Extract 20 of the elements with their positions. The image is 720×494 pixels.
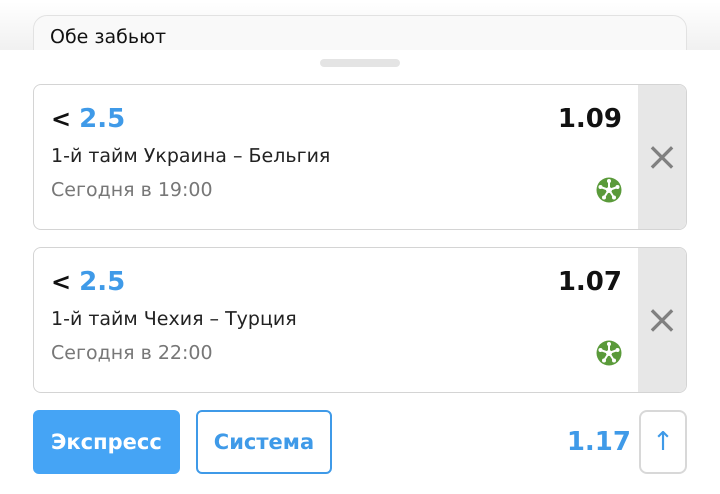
bet-line: 2.5 <box>79 104 126 134</box>
bet-sign: < <box>51 105 72 133</box>
bet-title: Обе забьют <box>50 26 168 48</box>
soccer-ball-icon <box>596 340 622 366</box>
total-odds: 1.17 <box>566 427 631 457</box>
bet-sign: < <box>51 268 72 296</box>
bet-line: 2.5 <box>79 267 126 297</box>
bet-odds: 1.07 <box>558 267 622 297</box>
remove-button[interactable]: × <box>638 85 686 229</box>
bet-odds: 1.09 <box>558 104 622 134</box>
match-name: 1-й тайм Украина – Бельгия <box>51 145 332 167</box>
expand-button[interactable]: ↑ <box>639 410 687 474</box>
soccer-ball-icon <box>596 177 622 203</box>
match-time: Сегодня в 19:00 <box>51 179 213 201</box>
match-name: 1-й тайм Чехия – Турция <box>51 308 298 330</box>
bet-type-tab[interactable]: Экспресс <box>33 410 180 474</box>
bet-type-tab[interactable]: Система <box>196 410 332 474</box>
drag-handle[interactable] <box>320 59 400 67</box>
match-time: Сегодня в 22:00 <box>51 342 213 364</box>
remove-button[interactable]: × <box>638 248 686 392</box>
